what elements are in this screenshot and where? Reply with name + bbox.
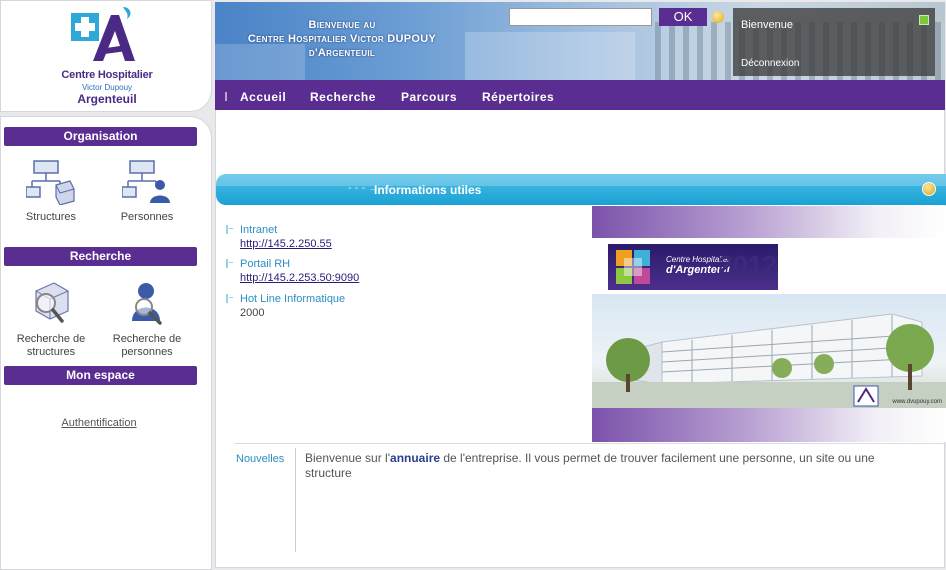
nav-item-repertoires[interactable]: Répertoires xyxy=(482,80,554,110)
logo[interactable]: Centre Hospitalier Victor Dupouy Argente… xyxy=(0,0,212,112)
logout-link[interactable]: Déconnexion xyxy=(741,58,799,69)
portail-rh-title: Portail RH xyxy=(240,258,291,270)
banner-line-3: d'Argenteuil xyxy=(308,47,376,59)
search-input[interactable] xyxy=(509,8,652,26)
info-utiles-title: Informations utiles xyxy=(374,183,482,197)
portail-rh-url-link[interactable]: http://145.2.253.50:9090 xyxy=(240,272,359,284)
news-divider xyxy=(234,443,944,444)
people-org-icon xyxy=(122,160,170,203)
main-content: - - - → Informations utiles Intranet htt… xyxy=(215,110,946,568)
news-vertical-divider xyxy=(295,448,296,552)
promo-card: Centre Hospitalier d'Argenteuil 2012 www… xyxy=(592,238,946,408)
search-ok-button[interactable]: OK xyxy=(659,8,707,26)
structures-tile[interactable]: Structures xyxy=(5,159,97,224)
info-bulb-icon[interactable] xyxy=(922,182,936,196)
info-link-portail-rh: Portail RH http://145.2.253.50:9090 xyxy=(226,258,359,284)
search-structures-tile[interactable]: Recherche de structures xyxy=(5,279,97,359)
logo-line-2: Victor Dupouy xyxy=(81,83,133,92)
hotline-title: Hot Line Informatique xyxy=(240,293,346,305)
status-indicator-icon xyxy=(919,15,929,25)
search-people-label-2: personnes xyxy=(121,346,173,358)
nav-item-parcours[interactable]: Parcours xyxy=(401,80,457,110)
personnes-label: Personnes xyxy=(120,211,174,223)
promo-caption: www.dvupouy.com xyxy=(892,399,942,405)
nav-marker-icon xyxy=(225,92,231,101)
info-bar-highlight xyxy=(216,174,946,186)
nav-item-recherche[interactable]: Recherche xyxy=(310,80,376,110)
left-sidebar: Organisation Structures Personnes Recher… xyxy=(0,116,212,570)
promo-year: 2012 xyxy=(718,250,777,281)
intranet-url-link[interactable]: http://145.2.250.55 xyxy=(240,238,332,250)
info-utiles-bar: - - - → Informations utiles xyxy=(216,174,946,205)
search-structures-label-2: structures xyxy=(26,346,76,358)
search-people-label-1: Recherche de xyxy=(112,333,182,345)
personnes-tile[interactable]: Personnes xyxy=(101,159,193,224)
bullet-icon xyxy=(226,259,233,268)
main-nav: Accueil Recherche Parcours Répertoires xyxy=(215,80,945,110)
logo-line-1: Centre Hospitalier xyxy=(61,69,153,81)
info-link-intranet: Intranet http://145.2.250.55 xyxy=(226,224,332,250)
banner-title: Bienvenue au Centre Hospitalier Victor D… xyxy=(237,18,447,60)
intranet-title: Intranet xyxy=(240,224,278,236)
structures-label: Structures xyxy=(25,211,77,223)
structure-org-icon xyxy=(26,160,75,205)
banner-line-2: Centre Hospitalier Victor DUPOUY xyxy=(247,33,437,45)
promo-panel: Centre Hospitalier d'Argenteuil 2012 www… xyxy=(592,206,946,442)
banner-building-mid xyxy=(465,32,635,80)
bullet-icon xyxy=(226,225,233,234)
section-recherche-header: Recherche xyxy=(4,247,197,266)
news-text-before: Bienvenue sur l' xyxy=(305,451,391,465)
help-bulb-icon[interactable] xyxy=(712,11,724,23)
search-people-tile[interactable]: Recherche de personnes xyxy=(101,279,193,359)
logo-line-3: Argenteuil xyxy=(77,92,137,106)
search-people-icon xyxy=(132,283,162,325)
authentification-link[interactable]: Authentification xyxy=(1,417,197,429)
header-banner: Bienvenue au Centre Hospitalier Victor D… xyxy=(215,2,945,80)
news-highlight: annuaire xyxy=(390,451,441,465)
search-structures-label-1: Recherche de xyxy=(16,333,86,345)
news-text: Bienvenue sur l'annuaire de l'entreprise… xyxy=(305,451,915,481)
hospital-building-photo: www.dvupouy.com xyxy=(592,294,946,408)
section-organisation-header: Organisation xyxy=(4,127,197,146)
bullet-icon xyxy=(226,294,233,303)
news-label: Nouvelles xyxy=(236,453,285,465)
hospital-logo-icon xyxy=(71,7,135,61)
hotline-number: 2000 xyxy=(240,307,265,319)
nav-item-accueil[interactable]: Accueil xyxy=(240,80,286,110)
banner-line-1: Bienvenue au xyxy=(308,19,376,31)
section-mon-espace-header: Mon espace xyxy=(4,366,197,385)
promo-logo-squares-icon xyxy=(616,250,650,284)
search-structures-icon xyxy=(35,282,69,323)
welcome-text: Bienvenue xyxy=(741,19,793,31)
info-link-hotline: Hot Line Informatique 2000 xyxy=(226,293,346,319)
user-box: Bienvenue Déconnexion xyxy=(733,8,935,76)
hospital-building-illustration xyxy=(592,313,946,408)
